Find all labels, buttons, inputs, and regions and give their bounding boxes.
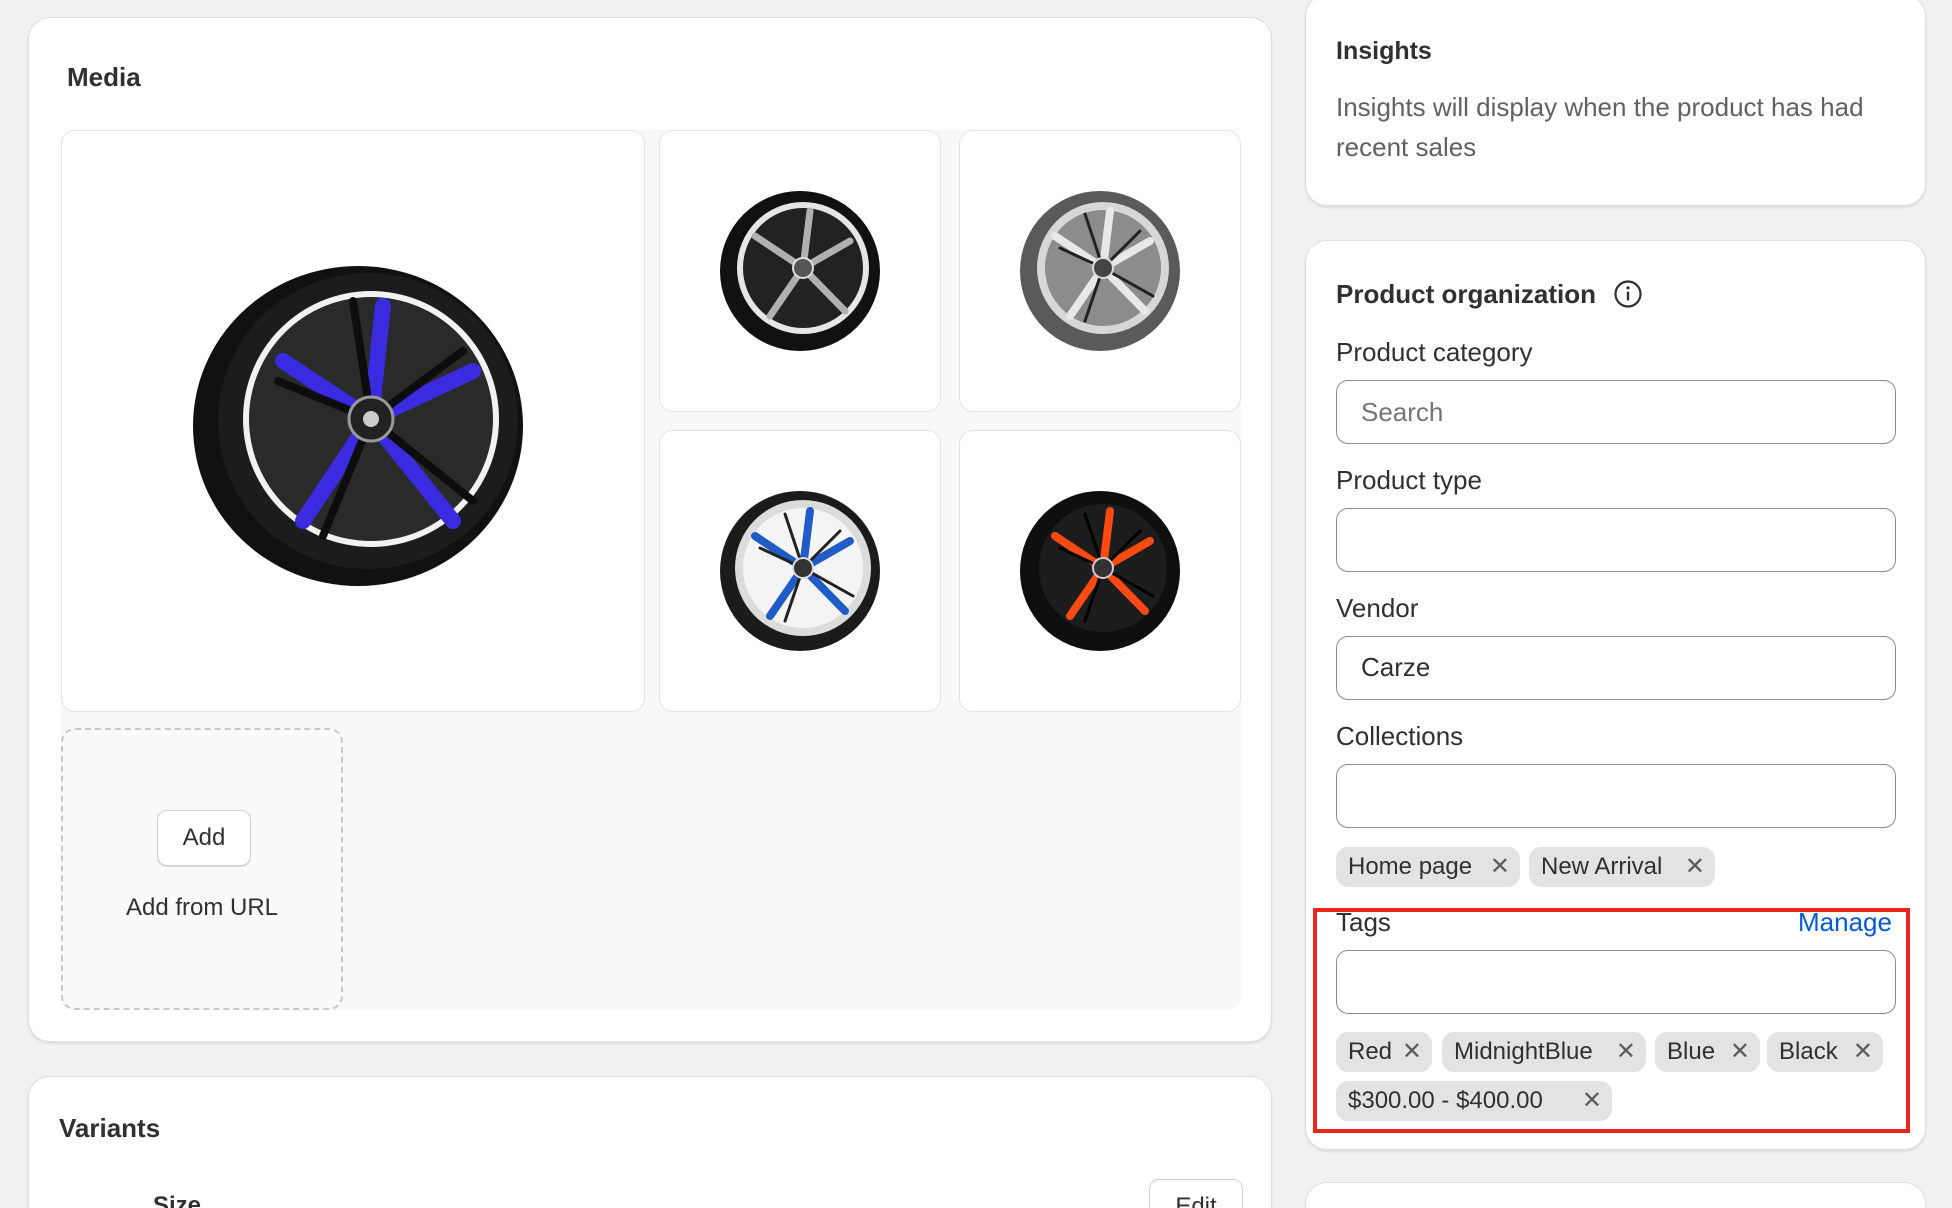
media-image-2[interactable] <box>659 130 941 412</box>
media-image-5[interactable] <box>959 430 1241 712</box>
collection-chip: Home page ✕ <box>1336 847 1520 887</box>
tag-chip: Red ✕ <box>1336 1032 1432 1072</box>
info-icon[interactable] <box>1613 279 1643 309</box>
media-title: Media <box>67 62 141 92</box>
collections-input[interactable] <box>1336 764 1896 828</box>
media-card: Media Add Add from URL <box>28 17 1272 1042</box>
media-dropzone[interactable]: Add Add from URL <box>61 728 343 1010</box>
collections-label: Collections <box>1336 721 1464 751</box>
tag-chip-label: MidnightBlue <box>1454 1038 1593 1065</box>
remove-icon[interactable]: ✕ <box>1616 1032 1636 1072</box>
vendor-input[interactable]: Carze <box>1336 636 1896 700</box>
tag-chip-label: Red <box>1348 1038 1393 1065</box>
tag-chip-label: $300.00 - $400.00 <box>1348 1087 1543 1114</box>
product-type-label: Product type <box>1336 465 1482 495</box>
tag-chip-label: Blue <box>1667 1038 1716 1065</box>
next-card <box>1305 1182 1926 1208</box>
remove-icon[interactable]: ✕ <box>1582 1081 1602 1121</box>
tag-chip-label: Black <box>1779 1038 1838 1065</box>
product-type-input[interactable] <box>1336 508 1896 572</box>
collection-chip: New Arrival ✕ <box>1529 847 1715 887</box>
vendor-label: Vendor <box>1336 593 1419 623</box>
wheel-image-main <box>193 266 523 586</box>
variants-card: Variants Size Edit <box>28 1076 1272 1208</box>
wheel-image-black <box>720 191 880 351</box>
product-category-label: Product category <box>1336 337 1533 367</box>
insights-title: Insights <box>1336 37 1432 65</box>
media-image-4[interactable] <box>659 430 941 712</box>
add-media-button[interactable]: Add <box>157 810 251 866</box>
remove-icon[interactable]: ✕ <box>1402 1032 1422 1072</box>
remove-icon[interactable]: ✕ <box>1490 847 1510 887</box>
collection-chip-label: Home page <box>1348 853 1473 880</box>
product-organization-card: Product organization Product category Pr… <box>1305 240 1926 1150</box>
remove-icon[interactable]: ✕ <box>1853 1032 1873 1072</box>
insights-card: Insights Insights will display when the … <box>1305 0 1926 206</box>
tag-chip: Blue ✕ <box>1655 1032 1760 1072</box>
media-image-3[interactable] <box>959 130 1241 412</box>
variants-title: Variants <box>59 1113 161 1143</box>
add-from-url-link[interactable]: Add from URL <box>63 894 341 922</box>
tag-chip: $300.00 - $400.00 ✕ <box>1336 1081 1612 1121</box>
tags-label: Tags <box>1336 907 1391 937</box>
product-category-input[interactable] <box>1336 380 1896 444</box>
wheel-image-blue <box>720 491 880 651</box>
remove-icon[interactable]: ✕ <box>1685 847 1705 887</box>
edit-variant-button[interactable]: Edit <box>1149 1179 1243 1208</box>
insights-text: Insights will display when the product h… <box>1336 92 1864 162</box>
variant-option-size: Size <box>153 1192 202 1208</box>
product-organization-title: Product organization <box>1336 279 1596 309</box>
remove-icon[interactable]: ✕ <box>1730 1032 1750 1072</box>
manage-tags-link[interactable]: Manage <box>1798 907 1892 938</box>
tags-input[interactable] <box>1336 950 1896 1014</box>
wheel-image-red <box>1020 491 1180 651</box>
tag-chip: Black ✕ <box>1767 1032 1883 1072</box>
wheel-image-chrome <box>1020 191 1180 351</box>
tag-chip: MidnightBlue ✕ <box>1442 1032 1646 1072</box>
collection-chip-label: New Arrival <box>1541 853 1663 880</box>
media-image-main[interactable] <box>61 130 645 712</box>
